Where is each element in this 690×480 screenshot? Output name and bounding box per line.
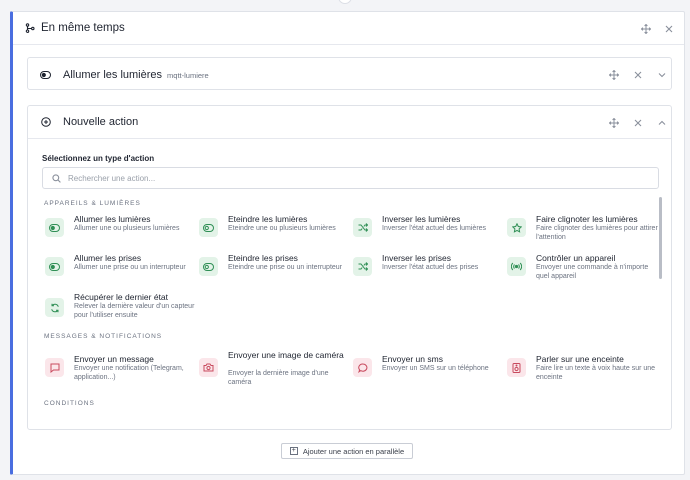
section-messages: MESSAGES & NOTIFICATIONS <box>44 333 163 340</box>
plus-circle-icon <box>40 117 51 128</box>
section-devices: APPAREILS & LUMIÈRES <box>44 200 141 207</box>
group-title: En même temps <box>41 22 125 34</box>
camera-icon <box>199 358 218 377</box>
shuffle-icon <box>353 218 372 237</box>
search-input[interactable] <box>68 173 628 183</box>
chevron-up-icon[interactable] <box>656 117 667 128</box>
plus-icon: + <box>289 447 298 455</box>
action-type-send-camera[interactable]: Envoyer une image de caméra Envoyer la d… <box>199 350 349 390</box>
close-icon[interactable] <box>663 23 674 34</box>
move-icon[interactable] <box>640 23 651 34</box>
action-type-lights-on[interactable]: Allumer les lumières Allumer une ou plus… <box>45 214 195 250</box>
close-icon[interactable] <box>632 117 643 128</box>
action-title: Allumer les lumières <box>63 68 163 81</box>
refresh-icon <box>45 298 64 317</box>
toggle-on-icon <box>40 69 51 80</box>
parallel-group: En même temps Allumer les lumières mqtt-… <box>10 11 685 475</box>
message-icon <box>45 358 64 377</box>
action-card-new: Nouvelle action Sélectionnez un type d'a… <box>27 105 672 430</box>
action-title: Nouvelle action <box>63 116 139 128</box>
action-type-device-control[interactable]: Contrôler un appareil Envoyer une comman… <box>507 253 657 289</box>
shuffle-icon <box>353 257 372 276</box>
broadcast-icon <box>507 257 526 276</box>
action-type-speak[interactable]: Parler sur une enceinte Faire lire un te… <box>507 354 657 390</box>
top-connector <box>338 0 352 4</box>
chat-bubble-icon <box>353 358 372 377</box>
action-type-plugs-on[interactable]: Allumer les prises Allumer une prise ou … <box>45 253 195 289</box>
toggle-off-icon <box>199 218 218 237</box>
search-box[interactable] <box>42 167 659 189</box>
close-icon[interactable] <box>632 69 643 80</box>
section-conditions: CONDITIONS <box>44 400 95 407</box>
branch-icon <box>24 23 35 34</box>
star-icon <box>507 218 526 237</box>
action-type-lights-blink[interactable]: Faire clignoter les lumières Faire clign… <box>507 214 658 250</box>
add-parallel-action-label: Ajouter une action en parallèle <box>302 446 405 456</box>
move-icon[interactable] <box>608 69 619 80</box>
chevron-down-icon[interactable] <box>656 69 667 80</box>
move-icon[interactable] <box>608 117 619 128</box>
scrollbar-thumb[interactable] <box>659 197 662 279</box>
speaker-icon <box>507 358 526 377</box>
toggle-on-icon <box>45 218 64 237</box>
action-type-lights-toggle[interactable]: Inverser les lumières Inverser l'état ac… <box>353 214 503 250</box>
search-icon <box>51 173 62 184</box>
action-type-plugs-toggle[interactable]: Inverser les prises Inverser l'état actu… <box>353 253 503 289</box>
action-type-get-state[interactable]: Récupérer le dernier état Relever la der… <box>45 292 195 332</box>
toggle-off-icon <box>199 257 218 276</box>
add-parallel-action-button[interactable]: + Ajouter une action en parallèle <box>281 443 413 459</box>
action-card-lights-on[interactable]: Allumer les lumières mqtt-lumiere <box>27 57 672 90</box>
action-type-lights-off[interactable]: Eteindre les lumières Eteindre une ou pl… <box>199 214 349 250</box>
select-type-label: Sélectionnez un type d'action <box>42 154 155 163</box>
action-subtitle: mqtt-lumiere <box>167 71 209 80</box>
action-type-send-message[interactable]: Envoyer un message Envoyer une notificat… <box>45 354 195 390</box>
action-type-send-sms[interactable]: Envoyer un sms Envoyer un SMS sur un tél… <box>353 354 503 390</box>
toggle-on-icon <box>45 257 64 276</box>
group-header: En même temps <box>13 12 684 45</box>
action-type-plugs-off[interactable]: Eteindre les prises Eteindre une prise o… <box>199 253 349 289</box>
